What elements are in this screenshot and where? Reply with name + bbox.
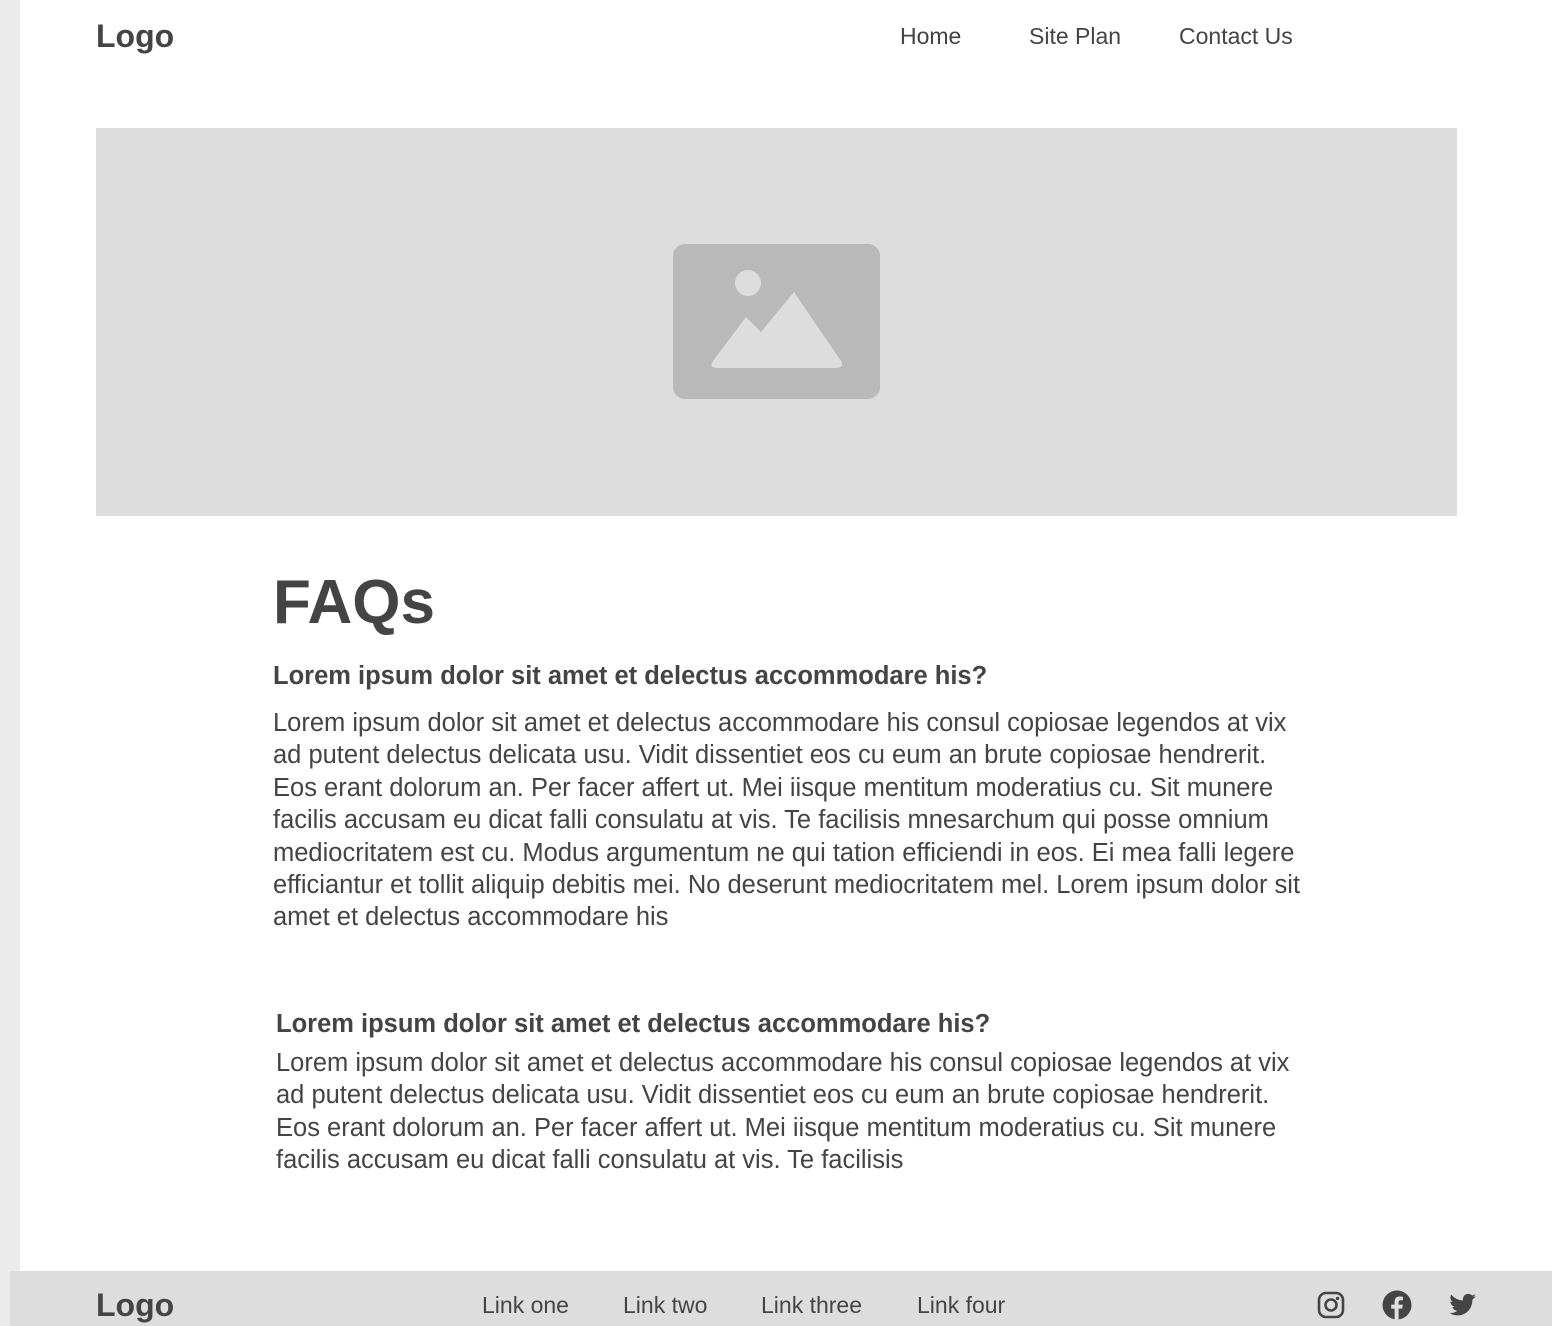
nav-home[interactable]: Home (900, 23, 961, 50)
header-logo[interactable]: Logo (96, 18, 174, 55)
footer-link-one[interactable]: Link one (482, 1292, 569, 1319)
faq-answer: Lorem ipsum dolor sit amet et delectus a… (276, 1049, 1290, 1175)
faq-question: Lorem ipsum dolor sit amet et delectus a… (273, 662, 988, 690)
nav-site-plan[interactable]: Site Plan (1029, 23, 1121, 50)
page: Logo Home Site Plan Contact Us FAQs Lore… (20, 0, 1552, 1326)
facebook-icon[interactable] (1382, 1290, 1412, 1320)
image-placeholder-icon (673, 244, 880, 399)
twitter-icon[interactable] (1447, 1290, 1477, 1320)
footer-logo[interactable]: Logo (96, 1287, 174, 1324)
footer-link-four[interactable]: Link four (917, 1292, 1005, 1319)
footer-link-three[interactable]: Link three (761, 1292, 862, 1319)
instagram-icon[interactable] (1316, 1290, 1346, 1320)
faq-answer: Lorem ipsum dolor sit amet et delectus a… (273, 709, 1301, 932)
nav-contact-us[interactable]: Contact Us (1179, 23, 1293, 50)
site-footer: Logo Link one Link two Link three Link f… (10, 1271, 1552, 1326)
hero-image (96, 128, 1457, 516)
faq-question: Lorem ipsum dolor sit amet et delectus a… (276, 1010, 991, 1038)
page-title: FAQs (273, 568, 435, 637)
footer-link-two[interactable]: Link two (623, 1292, 707, 1319)
